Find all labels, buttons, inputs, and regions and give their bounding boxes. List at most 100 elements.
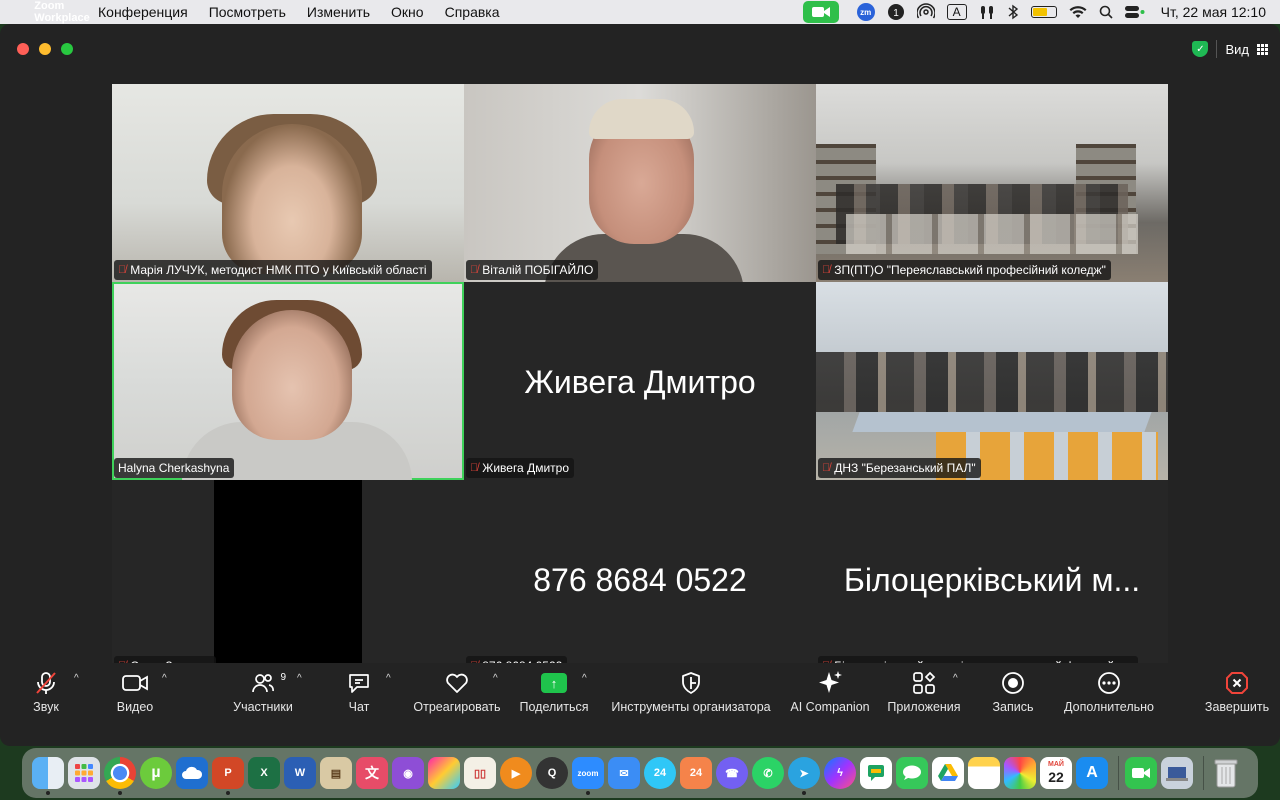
telegram-icon[interactable]: ➤	[788, 757, 820, 795]
video-button[interactable]: Видео	[110, 668, 160, 720]
participant-tile[interactable]: 🎙̸Саша Загляда	[112, 480, 464, 678]
quicktime-icon[interactable]: Q	[536, 757, 568, 789]
wifi-icon[interactable]	[1069, 0, 1087, 24]
participant-tile[interactable]: 🎙̸ ДНЗ "Березанський ПАЛ"	[816, 282, 1168, 480]
participants-button[interactable]: 9 Участники	[228, 668, 298, 720]
chat-options-caret[interactable]: ^	[386, 673, 391, 684]
participants-icon: 9	[252, 668, 286, 698]
apps-button[interactable]: Приложения	[884, 668, 964, 720]
share-options-caret[interactable]: ^	[582, 673, 587, 684]
participant-display-name: Живега Дмитро	[524, 364, 756, 400]
participant-display-name: Білоцерківський м...	[843, 562, 1141, 598]
whatsapp-icon[interactable]: ✆	[752, 757, 784, 789]
bitrix24-desktop-icon[interactable]: 24	[680, 757, 712, 789]
battery-icon[interactable]	[1030, 0, 1057, 24]
participant-tile-active-speaker[interactable]: Halyna Cherkashyna	[112, 282, 464, 480]
participant-tile[interactable]: Живега Дмитро 🎙̸ Живега Дмитро	[464, 282, 816, 480]
input-source-icon[interactable]: A	[946, 4, 967, 20]
menu-help[interactable]: Справка	[445, 4, 500, 20]
vlc-icon[interactable]: ▶	[500, 757, 532, 789]
airpods-icon[interactable]	[979, 0, 995, 24]
chat-button[interactable]: Чат	[340, 668, 378, 720]
bluetooth-icon[interactable]	[1007, 0, 1019, 24]
ai-companion-button[interactable]: AI Companion	[788, 668, 872, 720]
menu-edit[interactable]: Изменить	[307, 4, 370, 20]
record-icon	[1001, 668, 1025, 698]
audio-button[interactable]: Звук	[22, 668, 70, 720]
onedrive-icon[interactable]	[176, 757, 208, 789]
menu-window[interactable]: Окно	[391, 4, 424, 20]
powerpoint-icon[interactable]: P	[212, 757, 244, 795]
menu-conference[interactable]: Конференция	[98, 4, 188, 20]
video-camera-icon	[122, 668, 148, 698]
host-tools-button[interactable]: Инструменты организатора	[606, 668, 776, 720]
trash-icon[interactable]	[1210, 757, 1242, 789]
calendar-icon[interactable]: МАЙ 22	[1040, 757, 1072, 789]
photos-icon[interactable]	[1004, 757, 1036, 789]
calendar-month: МАЙ	[1048, 761, 1064, 768]
participant-video	[816, 352, 1168, 412]
encryption-shield-icon[interactable]: ✓	[1192, 41, 1209, 57]
participant-tile[interactable]: 🎙̸ Віталій ПОБІГАЙЛО	[464, 84, 816, 282]
google-chat-icon[interactable]	[860, 757, 892, 789]
apps-options-caret[interactable]: ^	[953, 673, 958, 684]
zoom-menu-icon[interactable]: zm	[856, 3, 875, 21]
participants-options-caret[interactable]: ^	[297, 673, 302, 684]
participant-name-label: 🎙̸ ЗП(ПТ)О "Переяславський професійний ко…	[818, 260, 1111, 280]
podcasts-icon[interactable]: ◉	[392, 757, 424, 789]
video-options-caret[interactable]: ^	[162, 673, 167, 684]
react-options-caret[interactable]: ^	[493, 673, 498, 684]
more-button[interactable]: Дополнительно	[1060, 668, 1158, 720]
record-button[interactable]: Запись	[986, 668, 1040, 720]
zoom-camera-status-icon[interactable]	[802, 1, 839, 23]
video-gallery: 🎙̸ Марія ЛУЧУК, методист НМК ПТО у Київсь…	[112, 84, 1168, 678]
launchpad-icon[interactable]	[68, 757, 100, 789]
spotlight-search-icon[interactable]	[1099, 0, 1113, 24]
minimize-window-button[interactable]	[39, 43, 51, 55]
participant-tile[interactable]: 876 8684 0522 🎙̸876 8684 0522	[464, 480, 816, 678]
menu-view[interactable]: Посмотреть	[209, 4, 286, 20]
audio-options-caret[interactable]: ^	[74, 673, 79, 684]
translate-icon[interactable]: 文	[356, 757, 388, 789]
word-icon[interactable]: W	[284, 757, 316, 789]
mic-muted-icon: 🎙̸	[822, 264, 831, 276]
participants-count: 9	[280, 672, 286, 683]
books-icon[interactable]: ▯▯	[464, 757, 496, 789]
dock-divider	[1118, 756, 1119, 790]
close-window-button[interactable]	[17, 43, 29, 55]
google-drive-icon[interactable]	[932, 757, 964, 789]
end-meeting-button[interactable]: Завершить	[1200, 668, 1274, 720]
control-center-icon[interactable]	[1124, 0, 1145, 24]
app-store-icon[interactable]: A	[1076, 757, 1108, 789]
preview-icon[interactable]: ▤	[320, 757, 352, 789]
participant-tile[interactable]: Білоцерківський м... 🎙̸Білоцерківський м…	[816, 480, 1168, 678]
airdrop-icon[interactable]	[916, 0, 935, 24]
facetime-icon[interactable]	[1125, 757, 1157, 789]
share-button[interactable]: ↑ Поделиться	[516, 668, 592, 720]
mail-icon[interactable]: ✉	[608, 757, 640, 789]
excel-icon[interactable]: X	[248, 757, 280, 789]
finder-icon[interactable]	[32, 757, 64, 795]
participant-display-name: 876 8684 0522	[533, 562, 747, 598]
viber-icon[interactable]: ☎	[716, 757, 748, 789]
zoom-icon[interactable]: zoom	[572, 757, 604, 795]
messenger-icon[interactable]: ϟ	[824, 757, 856, 789]
notes-icon[interactable]	[968, 757, 1000, 789]
fullscreen-window-button[interactable]	[61, 43, 73, 55]
notification-center-icon[interactable]: 1	[887, 0, 905, 24]
bitrix24-icon[interactable]: 24	[644, 757, 676, 789]
pixelmator-icon[interactable]	[428, 757, 460, 789]
participant-name-label: Halyna Cherkashyna	[114, 458, 235, 478]
menubar-clock[interactable]: Чт, 22 мая 12:10	[1161, 4, 1266, 20]
sparkle-icon	[817, 668, 843, 698]
screenshot-icon[interactable]	[1161, 757, 1193, 789]
react-button[interactable]: Отреагировать	[410, 668, 504, 720]
participant-tile[interactable]: 🎙̸ Марія ЛУЧУК, методист НМК ПТО у Київсь…	[112, 84, 464, 282]
participant-tile[interactable]: 🎙̸ ЗП(ПТ)О "Переяславський професійний ко…	[816, 84, 1168, 282]
view-button[interactable]: Вид	[1225, 42, 1249, 57]
participant-name-label: 🎙̸ Віталій ПОБІГАЙЛО	[466, 260, 599, 280]
calendar-day: 22	[1048, 769, 1064, 785]
chrome-icon[interactable]	[104, 757, 136, 795]
messages-icon[interactable]	[896, 757, 928, 789]
utorrent-icon[interactable]: µ	[140, 757, 172, 789]
